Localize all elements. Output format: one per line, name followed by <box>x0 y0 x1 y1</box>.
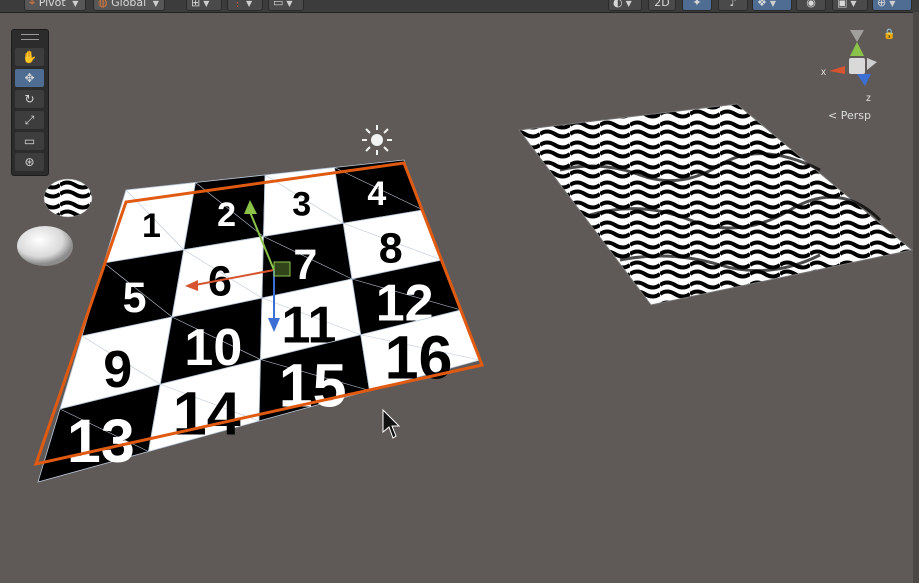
chevron-down-icon: ▼ <box>152 0 159 8</box>
mode-2d-label: 2D <box>654 0 670 9</box>
effects-dropdown[interactable]: ❖ ▼ <box>752 0 792 11</box>
global-label: Global <box>111 0 147 9</box>
wavy-plane[interactable] <box>518 103 914 306</box>
transform-icon: ⊛ <box>24 155 35 169</box>
tile-number: 7 <box>293 241 317 289</box>
scene-canvas: 1 2 3 45 6 7 89 10 11 1213 14 15 16 x z <box>17 30 914 483</box>
gizmos-dropdown[interactable]: ⊕ ▼ <box>872 0 912 11</box>
rect-icon: ▭ <box>23 134 36 148</box>
light-bulb-icon: ✦ <box>692 0 702 9</box>
orientation-gizmo[interactable]: x z <box>821 30 877 104</box>
snap-icon: ⋮ <box>232 0 243 9</box>
mouse-cursor-icon <box>382 408 401 439</box>
chevron-down-icon: ▼ <box>850 0 857 8</box>
chevron-down-icon: ▼ <box>286 0 293 8</box>
gizmo-x-label: x <box>821 67 826 78</box>
pivot-icon: ⌖ <box>29 0 36 9</box>
rect-tool-button[interactable]: ▭ <box>15 132 44 150</box>
xy-plane-handle[interactable] <box>273 261 291 277</box>
chevron-down-icon: ▼ <box>203 0 210 8</box>
tile-number: 4 <box>367 175 386 213</box>
chevron-down-icon: ▼ <box>769 0 777 8</box>
effects-icon: ❖ <box>757 0 767 9</box>
hand-icon: ✋ <box>22 50 37 64</box>
move-tool-button[interactable]: ✥ <box>15 69 44 87</box>
eye-icon: ◉ <box>806 0 816 9</box>
hand-tool-button[interactable]: ✋ <box>15 48 44 66</box>
gizmo-z-label: z <box>866 93 871 104</box>
grid-icon: ⊞ <box>191 0 201 9</box>
tile-number: 5 <box>123 274 147 322</box>
ruler-button[interactable]: ▭ ▼ <box>268 0 304 11</box>
chevron-down-icon: ▼ <box>72 0 79 8</box>
panel-grip-icon[interactable] <box>21 34 39 40</box>
tile-number: 8 <box>379 225 403 273</box>
pivot-dropdown[interactable]: ⌖ Pivot ▼ <box>24 0 86 11</box>
tile-number: 14 <box>173 379 241 447</box>
scene-right-edge <box>913 12 919 583</box>
directional-light-icon[interactable] <box>362 125 392 155</box>
tile-number: 16 <box>385 323 453 391</box>
projection-label: Persp <box>840 109 871 122</box>
ruler-icon: ▭ <box>273 0 284 9</box>
toggle-2d-button[interactable]: 2D <box>648 0 676 11</box>
sphere-patterned[interactable] <box>43 178 93 218</box>
global-icon: ◍ <box>98 0 108 9</box>
tile-number: 1 <box>142 207 161 245</box>
tile-number: 3 <box>292 185 311 223</box>
chevron-down-icon: ▼ <box>625 0 632 8</box>
scene-tools-panel: ✋ ✥ ↻ ⤢ ▭ ⊛ <box>11 29 49 176</box>
shading-icon: ◐ <box>613 0 623 9</box>
numbered-plane[interactable]: 1 2 3 45 6 7 89 10 11 1213 14 15 16 <box>37 159 481 483</box>
lock-icon[interactable]: 🔒 <box>883 29 895 40</box>
chevron-down-icon: ▼ <box>246 0 253 8</box>
draw-mode-dropdown[interactable]: ◐ ▼ <box>608 0 642 11</box>
tile-number: 2 <box>217 196 236 234</box>
hidden-objects-toggle[interactable]: ◉ <box>796 0 826 11</box>
camera-dropdown[interactable]: ▣ ▼ <box>832 0 868 11</box>
snap-increment-button[interactable]: ⋮ ▼ <box>227 0 263 11</box>
global-dropdown[interactable]: ◍ Global ▼ <box>93 0 165 11</box>
move-icon: ✥ <box>24 71 35 85</box>
tile-number: 9 <box>103 341 132 399</box>
scale-icon: ⤢ <box>24 113 35 127</box>
camera-icon: ▣ <box>837 0 848 9</box>
chevron-down-icon: ▼ <box>889 0 896 8</box>
persp-icon: < <box>828 109 838 122</box>
projection-toggle[interactable]: < Persp <box>828 109 871 122</box>
sphere-white[interactable] <box>17 226 73 266</box>
audio-icon: ♪ <box>729 0 737 9</box>
scale-tool-button[interactable]: ⤢ <box>15 111 44 129</box>
rotate-tool-button[interactable]: ↻ <box>15 90 44 108</box>
audio-toggle[interactable]: ♪ <box>718 0 748 11</box>
pivot-label: Pivot <box>38 0 66 9</box>
lighting-toggle[interactable]: ✦ <box>682 0 712 11</box>
rotate-icon: ↻ <box>24 92 35 106</box>
scene-view[interactable]: 1 2 3 4 5 6 7 8 9 10 11 12 13 14 15 16 x… <box>0 12 919 583</box>
tile-number: 13 <box>67 407 135 475</box>
grid-snap-button[interactable]: ⊞ ▼ <box>186 0 222 11</box>
gizmos-icon: ⊕ <box>877 0 887 9</box>
transform-tool-button[interactable]: ⊛ <box>15 153 44 171</box>
